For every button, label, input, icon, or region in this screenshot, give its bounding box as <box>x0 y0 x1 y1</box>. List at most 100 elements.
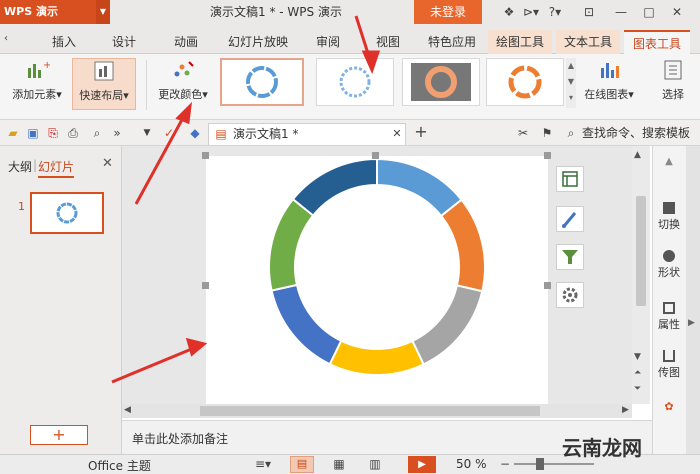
login-button[interactable]: 未登录 <box>414 0 482 24</box>
donut-slice-4[interactable] <box>328 339 425 376</box>
donut-slice-7[interactable] <box>291 157 378 217</box>
select-button[interactable]: 选择 <box>654 58 692 102</box>
pin-icon[interactable]: ⚑ <box>538 124 556 142</box>
shape-panel-button[interactable]: 形状 <box>654 250 684 280</box>
tab-insert[interactable]: 插入 <box>40 30 88 54</box>
add-element-button[interactable]: + 添加元素▾ <box>6 58 68 102</box>
chart-settings-button[interactable] <box>556 282 584 308</box>
wps-mark-icon[interactable]: ✓ <box>160 124 178 142</box>
shape-icon <box>663 250 675 262</box>
close-window-icon[interactable]: ✕ <box>668 3 686 21</box>
resize-handle[interactable] <box>544 152 551 159</box>
search-command-field[interactable]: 查找命令、搜索模板 <box>582 120 690 146</box>
slide-thumbnail[interactable] <box>30 192 104 234</box>
share-icon[interactable]: ⊳▾ <box>522 3 540 21</box>
chart-filter-button[interactable] <box>556 244 584 270</box>
donut-slice-5[interactable] <box>270 283 343 366</box>
notes-placeholder[interactable]: 单击此处添加备注 <box>132 430 228 447</box>
new-tab-icon[interactable]: + <box>412 123 430 141</box>
donut-slice-1[interactable] <box>376 157 463 218</box>
resize-handle[interactable] <box>202 282 209 289</box>
zoom-slider[interactable] <box>514 463 594 465</box>
switch-panel-button[interactable]: 切换 <box>654 202 684 232</box>
add-element-label: 添加元素▾ <box>12 88 62 101</box>
normal-view-button[interactable]: ▤ <box>290 456 314 473</box>
style-gallery-scroll[interactable]: ▲ ▼ ▾ <box>566 58 576 108</box>
tab-drawing-tools[interactable]: 绘图工具 <box>488 30 552 54</box>
save-icon[interactable]: ▣ <box>24 124 42 142</box>
tab-view[interactable]: 视图 <box>364 30 412 54</box>
vertical-scroll-thumb[interactable] <box>636 196 646 306</box>
resize-handle[interactable] <box>544 282 551 289</box>
tab-special-apps[interactable]: 特色应用 <box>420 30 484 54</box>
cube-icon[interactable]: ◆ <box>186 124 204 142</box>
chart-style-3-preview <box>411 63 471 101</box>
minimize-icon[interactable]: — <box>612 3 630 21</box>
app-logo[interactable]: WPS 演示 <box>0 0 96 24</box>
print-icon[interactable]: ⎙ <box>64 124 82 142</box>
close-doc-tab-icon[interactable]: ✕ <box>388 125 406 143</box>
skin-icon[interactable]: ❖ <box>500 3 518 21</box>
tab-design[interactable]: 设计 <box>100 30 148 54</box>
next-slide-icon[interactable]: ⏷ <box>634 384 641 394</box>
chart-style-1[interactable] <box>220 58 304 106</box>
online-chart-button[interactable]: 在线图表▾ <box>578 58 640 102</box>
document-tab[interactable]: 演示文稿1 * <box>208 123 406 145</box>
add-slide-button[interactable]: + <box>30 425 88 445</box>
donut-slice-2[interactable] <box>439 198 486 293</box>
maximize-icon[interactable]: □ <box>640 3 658 21</box>
tab-text-tools[interactable]: 文本工具 <box>556 30 620 54</box>
tools-icon[interactable]: ✂ <box>514 124 532 142</box>
donut-slice-6[interactable] <box>268 197 315 292</box>
side-collapse-bar[interactable] <box>686 146 700 454</box>
scroll-down-icon[interactable]: ▼ <box>634 352 641 362</box>
task-pane-up-icon[interactable]: ▲ <box>654 156 684 167</box>
tab-scroll-left-icon[interactable]: ‹ <box>0 30 12 48</box>
slides-tab[interactable]: 幻灯片 <box>38 158 75 178</box>
scroll-up-icon[interactable]: ▲ <box>634 150 641 160</box>
search-icon[interactable]: ⌕ <box>562 124 580 142</box>
donut-chart[interactable] <box>206 156 548 404</box>
scroll-right-icon[interactable]: ▶ <box>622 405 629 415</box>
properties-panel-button[interactable]: 属性 <box>654 302 684 332</box>
zoom-out-icon[interactable]: − <box>496 456 514 472</box>
more-icon[interactable]: » <box>108 124 126 142</box>
print-preview-icon[interactable]: ⌕ <box>88 124 106 142</box>
export-pdf-icon[interactable]: ⎘ <box>44 124 62 142</box>
reading-view-icon[interactable]: ▥ <box>366 456 384 472</box>
transfer-panel-button[interactable]: 传图 <box>654 350 684 380</box>
tab-chart-tools[interactable]: 图表工具 <box>624 30 690 54</box>
restore-ribbon-icon[interactable]: ⊡ <box>580 3 598 21</box>
chart-style-brush-button[interactable] <box>556 206 584 232</box>
help-icon[interactable]: ?▾ <box>546 3 564 21</box>
donut-slice-3[interactable] <box>411 284 484 366</box>
chart-style-3[interactable] <box>402 58 480 106</box>
open-folder-icon[interactable]: ▰ <box>4 124 22 142</box>
chart-elements-button[interactable] <box>556 166 584 192</box>
app-menu-caret-icon[interactable]: ▼ <box>96 0 110 24</box>
horizontal-scroll-thumb[interactable] <box>200 406 540 416</box>
tab-slideshow[interactable]: 幻灯片放映 <box>222 30 294 54</box>
tab-review[interactable]: 审阅 <box>304 30 352 54</box>
notes-toggle-icon[interactable]: ≡▾ <box>254 456 272 472</box>
slide-sorter-icon[interactable]: ▦ <box>330 456 348 472</box>
zoom-slider-thumb[interactable] <box>536 458 544 470</box>
chart-style-4[interactable] <box>486 58 564 106</box>
chart-style-2[interactable] <box>316 58 394 106</box>
play-slideshow-button[interactable]: ▶ <box>408 456 436 473</box>
chart-style-4-preview <box>508 65 542 99</box>
tab-animation[interactable]: 动画 <box>162 30 210 54</box>
zoom-level[interactable]: 50 % <box>456 457 487 471</box>
slide[interactable] <box>206 156 548 404</box>
outline-tab[interactable]: 大纲 <box>8 158 32 175</box>
scroll-left-icon[interactable]: ◀ <box>124 405 131 415</box>
quick-layout-button[interactable]: 快速布局▾ <box>72 58 136 110</box>
resize-handle[interactable] <box>202 152 209 159</box>
badge-icon[interactable]: ✿ <box>654 400 684 413</box>
close-pane-icon[interactable]: ✕ <box>102 156 113 171</box>
resize-handle[interactable] <box>372 152 379 159</box>
previous-slide-icon[interactable]: ⏶ <box>634 368 641 378</box>
customize-icon[interactable]: ▼ <box>138 124 156 142</box>
expand-pane-icon[interactable]: ▶ <box>688 318 695 328</box>
change-color-button[interactable]: 更改颜色▾ <box>150 58 216 102</box>
